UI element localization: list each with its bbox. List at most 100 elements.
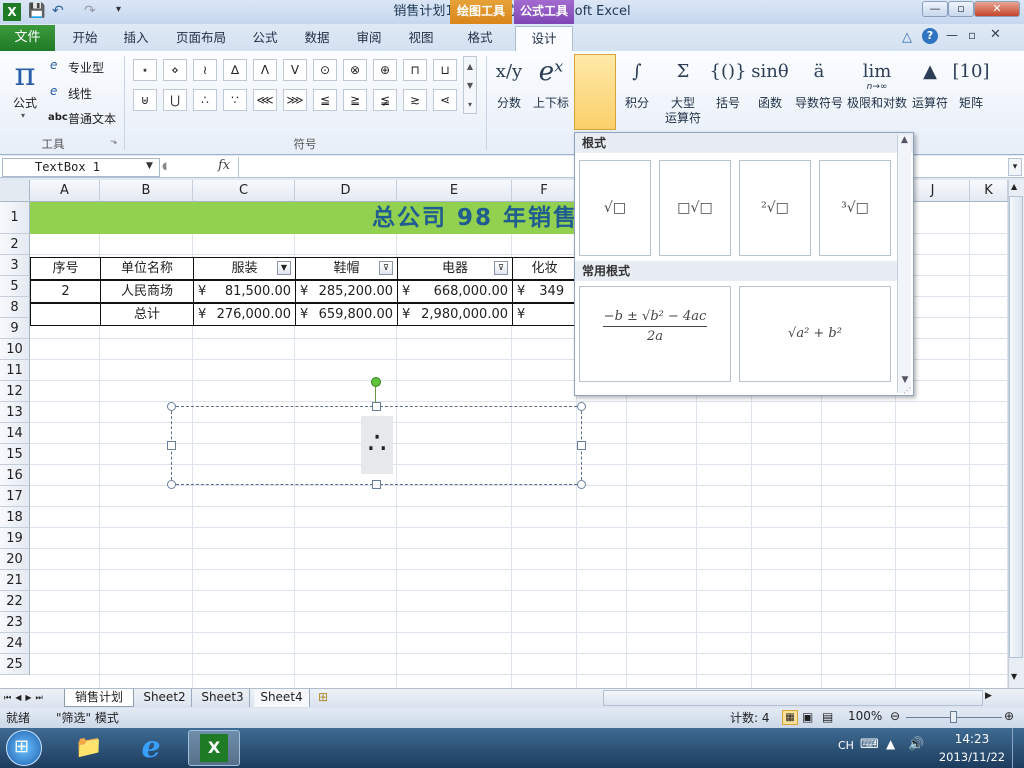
keyboard-icon[interactable]: ⌨ <box>860 737 879 752</box>
row-header[interactable]: 18 <box>0 507 30 528</box>
notification-arrow-icon[interactable]: ▲ <box>886 737 895 751</box>
header-cell[interactable]: 单位名称 <box>100 257 194 280</box>
scroll-right-icon[interactable]: ▶ <box>985 691 992 701</box>
sheet-tab-sheet3[interactable]: Sheet3 <box>196 689 250 707</box>
cell-amount[interactable]: ¥81,500.00 <box>193 280 296 303</box>
row-header[interactable]: 19 <box>0 528 30 549</box>
scroll-down-icon[interactable]: ▼ <box>1011 672 1017 681</box>
cell-unit-name[interactable]: 人民商场 <box>100 280 194 303</box>
cell-amount[interactable]: ¥659,800.00 <box>295 303 398 326</box>
radical-template-item[interactable]: ²√□ <box>739 160 811 256</box>
status-count[interactable]: 计数: 4 <box>730 709 770 726</box>
sheet-tab-sales-plan[interactable]: 销售计划 <box>64 689 134 707</box>
sheet-nav-icon[interactable]: ⏭ <box>36 690 43 706</box>
row-header[interactable]: 23 <box>0 612 30 633</box>
row-header[interactable]: 17 <box>0 486 30 507</box>
row-header[interactable]: 22 <box>0 591 30 612</box>
amount-value: 2,980,000.00 <box>421 307 508 322</box>
quadratic-formula-item[interactable]: −b ± √b² − 4ac 2a <box>579 286 731 382</box>
resize-handle[interactable] <box>372 480 381 489</box>
formula-bar-expand-icon[interactable]: ▾ <box>1008 158 1022 176</box>
row-header[interactable]: 12 <box>0 381 30 402</box>
radical-template-item[interactable]: ³√□ <box>819 160 891 256</box>
resize-handle[interactable] <box>167 402 176 411</box>
sheet-nav-icon[interactable]: ⏮ <box>4 690 11 706</box>
zoom-level[interactable]: 100% <box>848 709 882 723</box>
rotation-handle[interactable] <box>371 377 381 387</box>
resize-handle[interactable] <box>167 441 176 450</box>
row-header[interactable]: 14 <box>0 423 30 444</box>
row-header[interactable]: 16 <box>0 465 30 486</box>
language-indicator[interactable]: CH <box>838 739 854 752</box>
zoom-in-icon[interactable]: ⊕ <box>1004 709 1014 723</box>
amount-value: 276,000.00 <box>216 307 291 322</box>
header-cell[interactable]: 序号 <box>30 257 101 280</box>
page-layout-view-icon[interactable]: ▣ <box>802 710 813 724</box>
zoom-out-icon[interactable]: ⊖ <box>890 709 900 723</box>
currency-symbol: ¥ <box>402 307 411 322</box>
row-header[interactable]: 11 <box>0 360 30 381</box>
gallery-scroll-down-icon[interactable]: ▼ <box>898 375 912 385</box>
filter-dropdown-icon[interactable]: ⊽ <box>379 261 393 275</box>
cell-amount[interactable]: ¥285,200.00 <box>295 280 398 303</box>
internet-explorer-icon[interactable]: e <box>128 731 174 765</box>
row-header[interactable]: 25 <box>0 654 30 675</box>
clock-time[interactable]: 14:23 <box>940 732 1004 746</box>
explorer-icon[interactable]: 📁 <box>66 731 112 765</box>
currency-symbol: ¥ <box>198 284 207 299</box>
scroll-up-icon[interactable]: ▲ <box>1011 182 1017 191</box>
sheet-tab-sheet4[interactable]: Sheet4 <box>254 689 310 707</box>
gallery-scroll-up-icon[interactable]: ▲ <box>898 135 911 145</box>
row-header[interactable]: 13 <box>0 402 30 423</box>
zoom-slider-thumb[interactable] <box>950 711 957 723</box>
cell-amount[interactable]: ¥349 <box>512 280 577 303</box>
resize-handle[interactable] <box>167 480 176 489</box>
sheet-tab-sheet2[interactable]: Sheet2 <box>138 689 192 707</box>
column-header[interactable]: K <box>970 180 1008 202</box>
resize-handle[interactable] <box>372 402 381 411</box>
amount-value: 81,500.00 <box>224 284 291 299</box>
gridline-horizontal <box>30 485 1008 486</box>
insert-sheet-icon[interactable]: ⊞ <box>318 690 328 704</box>
radical-template-item[interactable]: √□ <box>579 160 651 256</box>
currency-symbol: ¥ <box>517 284 526 299</box>
sheet-nav-icon[interactable]: ◀ <box>15 690 21 706</box>
filter-dropdown-icon[interactable]: ▼ <box>277 261 291 275</box>
gridline-horizontal <box>30 569 1008 570</box>
quadratic-denominator: 2a <box>646 329 664 344</box>
horizontal-scrollbar[interactable] <box>603 690 983 706</box>
pythagorean-item[interactable]: √a² + b² <box>739 286 891 382</box>
gridline-horizontal <box>30 590 1008 591</box>
gridline-horizontal <box>30 632 1008 633</box>
resize-handle[interactable] <box>577 402 586 411</box>
cell-amount[interactable]: ¥668,000.00 <box>397 280 513 303</box>
row-header[interactable]: 24 <box>0 633 30 654</box>
gallery-scrollbar[interactable]: ▲ ▼ <box>897 135 911 393</box>
filter-dropdown-icon[interactable]: ⊽ <box>494 261 508 275</box>
cell-amount[interactable]: ¥1,000 <box>512 303 577 326</box>
cell-seq[interactable] <box>30 303 101 326</box>
volume-icon[interactable]: 🔊 <box>908 737 924 752</box>
row-header[interactable]: 20 <box>0 549 30 570</box>
excel-taskbar-icon: X <box>200 734 228 762</box>
row-header[interactable]: 15 <box>0 444 30 465</box>
row-header[interactable]: 21 <box>0 570 30 591</box>
row-header[interactable]: 10 <box>0 339 30 360</box>
header-cell[interactable]: 化妆 <box>512 257 577 280</box>
cell-seq[interactable]: 2 <box>30 280 101 303</box>
radical-template-item[interactable]: □√□ <box>659 160 731 256</box>
cell-unit-name[interactable]: 总计 <box>100 303 194 326</box>
show-desktop-button[interactable] <box>1012 728 1024 768</box>
normal-view-icon[interactable]: ▦ <box>782 710 798 725</box>
gridline-horizontal <box>30 674 1008 675</box>
resize-handle[interactable] <box>577 480 586 489</box>
clock-date[interactable]: 2013/11/22 <box>936 750 1008 764</box>
quadratic-numerator: −b ± √b² − 4ac <box>603 309 707 324</box>
resize-handle[interactable] <box>577 441 586 450</box>
vertical-scroll-thumb[interactable] <box>1009 196 1023 658</box>
gallery-resize-grip-icon[interactable]: ⋰ <box>903 386 911 395</box>
page-break-view-icon[interactable]: ▤ <box>822 710 833 724</box>
sheet-nav-icon[interactable]: ▶ <box>25 690 31 706</box>
cell-amount[interactable]: ¥276,000.00 <box>193 303 296 326</box>
cell-amount[interactable]: ¥2,980,000.00 <box>397 303 513 326</box>
